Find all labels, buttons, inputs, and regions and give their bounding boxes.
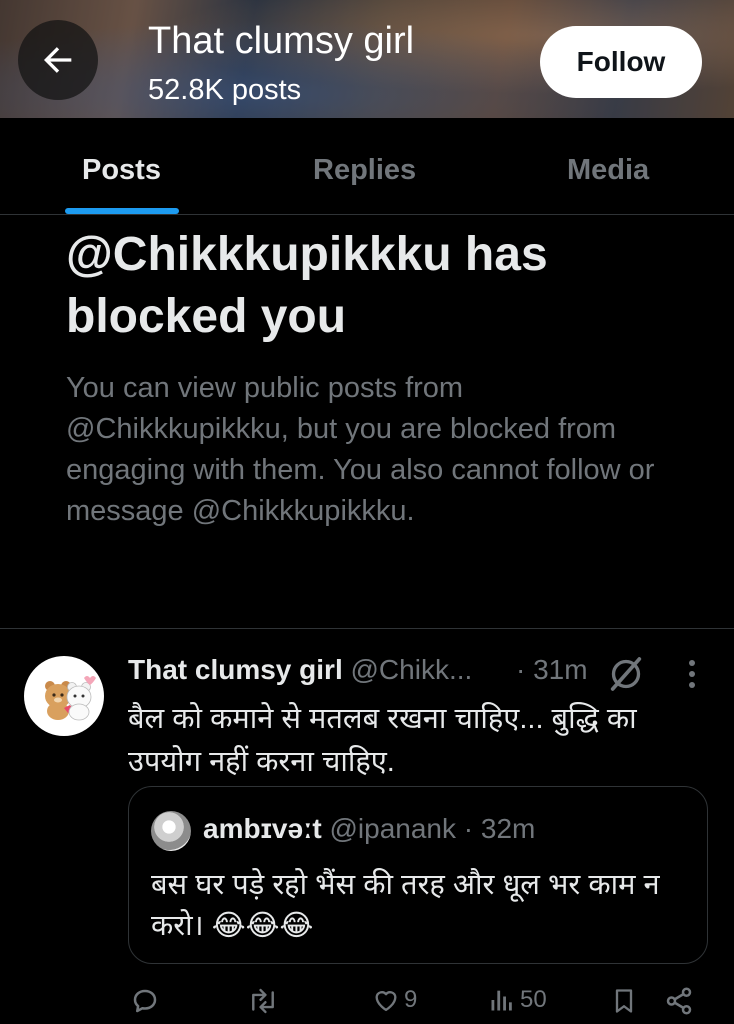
views-count: 50 (520, 986, 547, 1013)
blocked-title: @Chikkkupikkku has blocked you (66, 228, 548, 343)
follow-button[interactable]: Follow (540, 26, 702, 98)
profile-tabs: Posts Replies Media (0, 118, 734, 215)
avatar[interactable] (24, 656, 104, 736)
back-button[interactable] (18, 20, 98, 100)
quote-author-name: ambɪvəːt (203, 813, 322, 844)
quoted-post[interactable]: ambɪvəːt @ipanank · 32m बस घर पड़े रहो भ… (128, 786, 708, 964)
post-text: बैल को कमाने से मतलब रखना चाहिए... बुद्ध… (128, 703, 637, 778)
post-header: That clumsy girl @Chikk... (128, 654, 472, 686)
profile-name: That clumsy girl (148, 20, 415, 62)
like-icon (375, 991, 397, 1012)
share-icon (666, 987, 692, 1015)
repost-icon (252, 988, 274, 1014)
post-time[interactable]: · 31m (516, 654, 588, 686)
more-options-button[interactable] (680, 656, 704, 697)
repost-button[interactable] (246, 986, 284, 1016)
like-button[interactable]: 9 (372, 986, 417, 1014)
views-button[interactable]: 50 (488, 986, 547, 1014)
back-arrow-icon (44, 47, 72, 73)
tab-media[interactable]: Media (567, 154, 649, 187)
post-count: 52.8K posts (148, 74, 302, 106)
tab-replies[interactable]: Replies (313, 154, 416, 187)
reply-icon (133, 989, 157, 1013)
quote-text: बस घर पड़े रहो भैंस की तरह और धूल भर काम… (151, 869, 660, 942)
grok-button[interactable] (606, 654, 646, 699)
quote-avatar (151, 811, 191, 851)
share-button[interactable] (664, 986, 694, 1016)
more-icon (689, 660, 695, 688)
blocked-message: You can view public posts from @Chikkkup… (66, 372, 655, 527)
views-icon (491, 990, 512, 1011)
like-count: 9 (404, 986, 418, 1013)
post-author-handle[interactable]: @Chikk... (351, 654, 473, 685)
reply-button[interactable] (130, 986, 164, 1016)
quote-author-handle: @ipanank (329, 813, 457, 844)
grok-icon (610, 657, 642, 691)
section-divider (0, 628, 734, 629)
bookmark-button[interactable] (610, 986, 638, 1016)
quote-time: · 32m (463, 813, 536, 844)
active-tab-indicator (65, 208, 179, 214)
post-author-name[interactable]: That clumsy girl (128, 654, 343, 685)
tab-posts[interactable]: Posts (82, 154, 161, 187)
bookmark-icon (615, 989, 633, 1013)
avatar-bears-icon (45, 676, 96, 721)
quote-header: ambɪvəːt @ipanank · 32m (203, 813, 535, 845)
